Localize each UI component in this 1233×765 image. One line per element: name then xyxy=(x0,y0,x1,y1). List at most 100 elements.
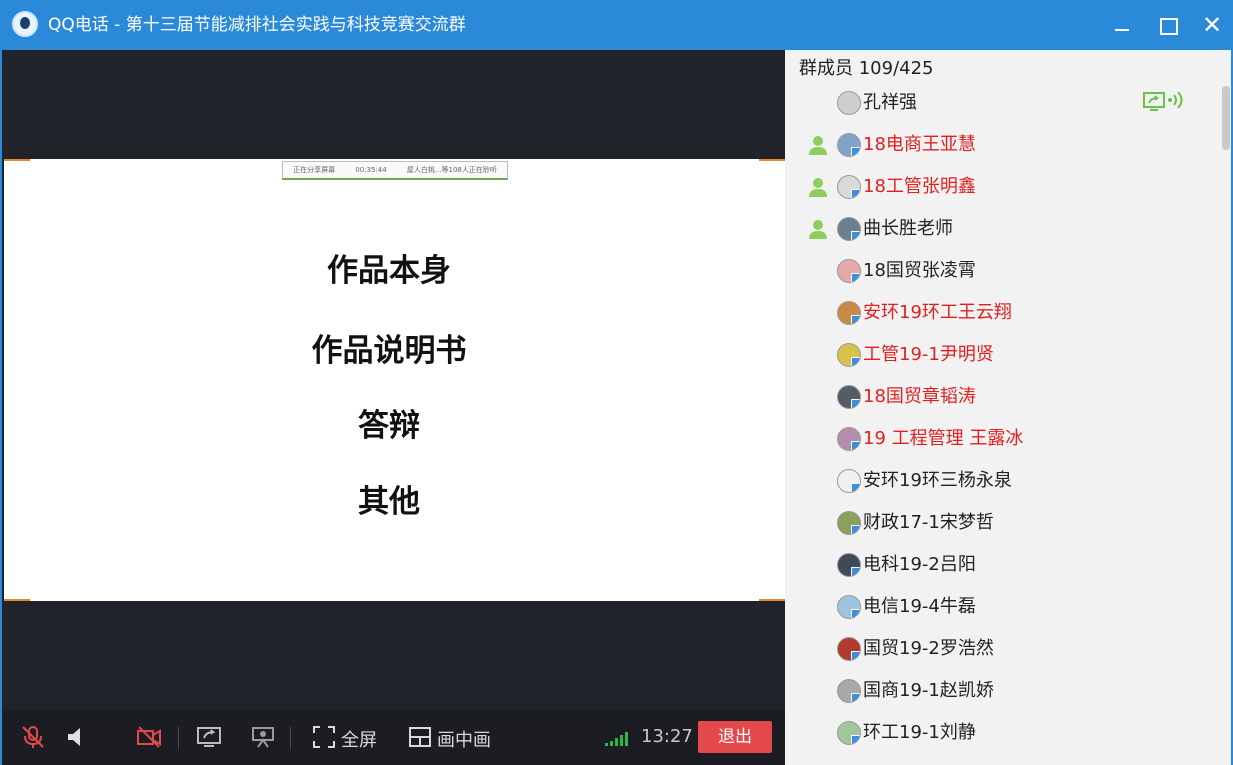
member-name: 19 工程管理 王露冰 xyxy=(863,428,1024,449)
member-avatar xyxy=(837,259,861,283)
member-avatar xyxy=(837,133,861,157)
device-badge-icon xyxy=(851,399,860,408)
member-name: 电信19-4牛磊 xyxy=(863,596,976,617)
device-badge-icon xyxy=(851,315,860,324)
member-avatar xyxy=(837,469,861,493)
member-row[interactable]: 国贸19-2罗浩然 xyxy=(785,628,1215,670)
minimize-button[interactable] xyxy=(1107,10,1137,40)
device-badge-icon xyxy=(851,483,860,492)
member-name: 财政17-1宋梦哲 xyxy=(863,512,994,533)
member-name: 国贸19-2罗浩然 xyxy=(863,638,994,659)
frame-corner xyxy=(759,159,785,185)
member-row[interactable]: 环工19-1刘静 xyxy=(785,712,1215,754)
member-name: 安环19环三杨永泉 xyxy=(863,470,1012,491)
member-list-scrollbar[interactable] xyxy=(1222,86,1230,150)
device-badge-icon xyxy=(851,273,860,282)
device-badge-icon xyxy=(851,735,860,744)
member-name: 曲长胜老师 xyxy=(863,218,953,239)
title-bar: QQ电话 - 第十三届节能减排社会实践与科技竞赛交流群 ✕ xyxy=(0,0,1233,50)
user-speaking-icon xyxy=(809,178,827,197)
device-badge-icon xyxy=(851,441,860,450)
member-name: 国商19-1赵凯娇 xyxy=(863,680,994,701)
device-badge-icon xyxy=(851,693,860,702)
member-avatar xyxy=(837,175,861,199)
user-speaking-icon xyxy=(809,136,827,155)
member-avatar xyxy=(837,721,861,745)
member-name: 电科19-2吕阳 xyxy=(863,554,976,575)
signal-icon xyxy=(605,732,633,746)
slide-item: 作品本身 xyxy=(327,253,451,289)
device-badge-icon xyxy=(851,231,860,240)
slide-item: 答辩 xyxy=(358,408,420,444)
member-avatar xyxy=(837,511,861,535)
member-name: 孔祥强 xyxy=(863,92,917,113)
screen-sharing-icon xyxy=(1143,91,1183,111)
member-row[interactable]: 曲长胜老师 xyxy=(785,208,1215,250)
share-screen-icon[interactable] xyxy=(196,724,222,750)
share-status-banner: 正在分享屏幕 00:35:44 屋人白桃...等108人正在聆听 xyxy=(282,161,508,180)
member-row[interactable]: 18国贸张凌霄 xyxy=(785,250,1215,292)
toolbar-divider xyxy=(290,727,291,749)
member-row[interactable]: 电信19-4牛磊 xyxy=(785,586,1215,628)
shared-screen: 正在分享屏幕 00:35:44 屋人白桃...等108人正在聆听 作品本身 作品… xyxy=(4,159,785,601)
member-row[interactable]: 财政17-1宋梦哲 xyxy=(785,502,1215,544)
share-duration: 00:35:44 xyxy=(355,166,387,174)
member-avatar xyxy=(837,91,861,115)
member-name: 安环19环工王云翔 xyxy=(863,302,1012,323)
device-badge-icon xyxy=(851,189,860,198)
member-avatar xyxy=(837,385,861,409)
member-avatar xyxy=(837,343,861,367)
device-badge-icon xyxy=(851,525,860,534)
device-badge-icon xyxy=(851,147,860,156)
member-avatar xyxy=(837,679,861,703)
member-row[interactable]: 18电商王亚慧 xyxy=(785,124,1215,166)
device-badge-icon xyxy=(851,567,860,576)
call-toolbar: 全屏 画中画 13:27 退出 xyxy=(0,710,785,765)
qq-call-logo-icon xyxy=(12,11,38,37)
call-duration: 13:27 xyxy=(641,726,693,747)
member-name: 环工19-1刘静 xyxy=(863,722,976,743)
frame-corner xyxy=(4,159,30,185)
speaker-icon[interactable] xyxy=(64,724,90,750)
member-avatar xyxy=(837,595,861,619)
member-row[interactable]: 电科19-2吕阳 xyxy=(785,544,1215,586)
window-title: QQ电话 - 第十三届节能减排社会实践与科技竞赛交流群 xyxy=(48,15,466,35)
maximize-button[interactable] xyxy=(1152,10,1182,40)
video-area[interactable]: 正在分享屏幕 00:35:44 屋人白桃...等108人正在聆听 作品本身 作品… xyxy=(0,50,785,710)
member-row[interactable]: 18国贸章韬涛 xyxy=(785,376,1215,418)
member-name: 18国贸张凌霄 xyxy=(863,260,976,281)
member-row[interactable]: 18工管张明鑫 xyxy=(785,166,1215,208)
member-avatar xyxy=(837,553,861,577)
member-name: 工管19-1尹明贤 xyxy=(863,344,994,365)
member-avatar xyxy=(837,217,861,241)
fullscreen-icon[interactable] xyxy=(311,724,337,750)
member-name: 18工管张明鑫 xyxy=(863,176,976,197)
member-name: 18国贸章韬涛 xyxy=(863,386,976,407)
device-badge-icon xyxy=(851,609,860,618)
member-panel: 群成员 109/425 孔祥强 18电商王亚慧 18工管张明鑫 曲长胜老师 18国贸张凌… xyxy=(785,50,1233,765)
member-count: 群成员 109/425 xyxy=(799,58,934,79)
mic-muted-icon[interactable] xyxy=(20,724,46,750)
user-speaking-icon xyxy=(809,220,827,239)
fullscreen-button-label[interactable]: 全屏 xyxy=(341,726,377,752)
frame-corner xyxy=(759,575,785,601)
pip-button-label[interactable]: 画中画 xyxy=(437,726,491,752)
member-row[interactable]: 安环19环工王云翔 xyxy=(785,292,1215,334)
projector-icon[interactable] xyxy=(250,724,276,750)
member-row[interactable]: 19 工程管理 王露冰 xyxy=(785,418,1215,460)
frame-corner xyxy=(4,575,30,601)
member-name: 18电商王亚慧 xyxy=(863,134,976,155)
device-badge-icon xyxy=(851,651,860,660)
member-row[interactable]: 安环19环三杨永泉 xyxy=(785,460,1215,502)
slide-item: 作品说明书 xyxy=(311,333,467,369)
pip-icon[interactable] xyxy=(407,724,433,750)
camera-off-icon[interactable] xyxy=(136,724,162,750)
exit-button[interactable]: 退出 xyxy=(698,721,772,753)
member-row[interactable]: 孔祥强 xyxy=(785,82,1215,124)
member-avatar xyxy=(837,637,861,661)
close-button[interactable]: ✕ xyxy=(1197,10,1227,40)
device-badge-icon xyxy=(851,357,860,366)
member-row[interactable]: 工管19-1尹明贤 xyxy=(785,334,1215,376)
member-row[interactable]: 国商19-1赵凯娇 xyxy=(785,670,1215,712)
member-avatar xyxy=(837,301,861,325)
